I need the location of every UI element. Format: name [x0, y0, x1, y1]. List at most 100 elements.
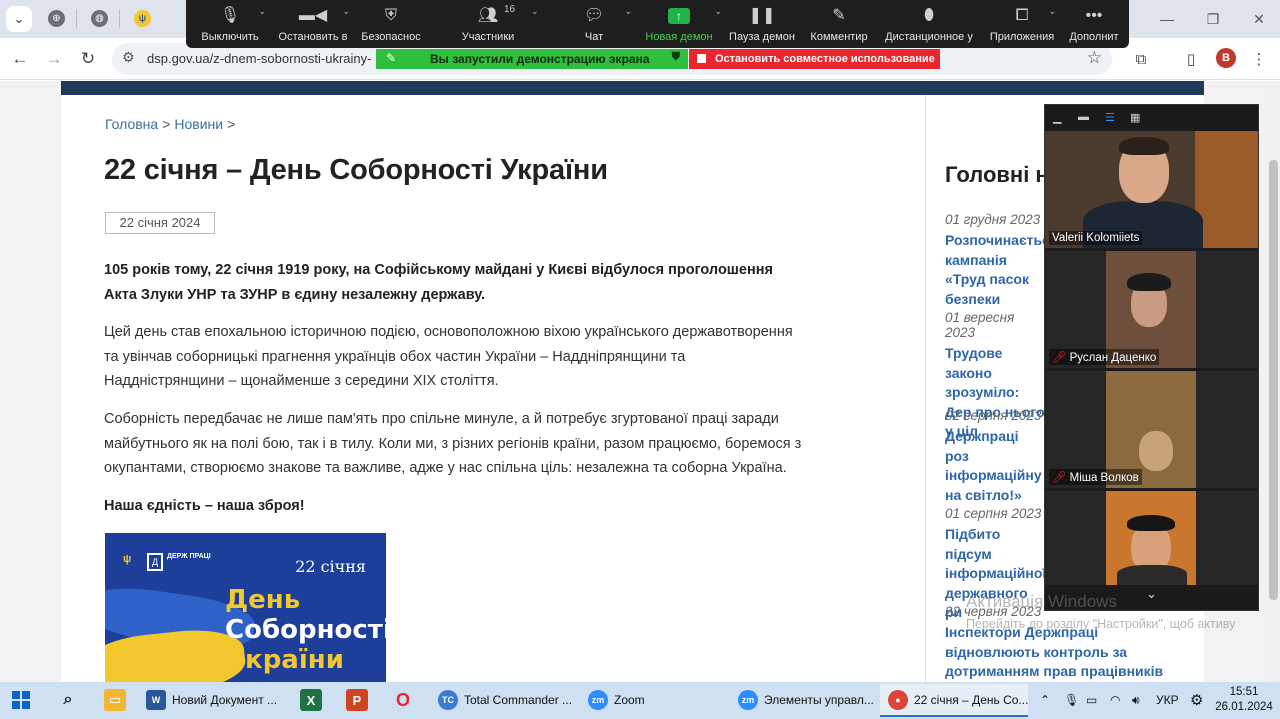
taskbar-app-zoom-controls[interactable]: zm Элементы управл...	[730, 684, 876, 717]
close-icon[interactable]: ✕	[1236, 6, 1280, 32]
taskbar-app-word[interactable]: W Новий Документ ...	[138, 684, 284, 717]
system-clock[interactable]: 15:51 26.01.2024	[1214, 685, 1274, 715]
chevron-down-icon[interactable]: ⌄	[342, 6, 350, 17]
sidebar-news-item[interactable]: 01 грудня 2023 Розпочинаєтьс кампанія «Т…	[945, 212, 1045, 309]
tab-favicon-icon[interactable]: ⊕	[48, 10, 65, 27]
bookmark-star-icon[interactable]: ☆	[1087, 48, 1102, 68]
pause-share-button[interactable]: ❚❚ Пауза демон	[726, 0, 798, 48]
annotate-button[interactable]: ✎ Комментир	[804, 0, 874, 48]
tab-separator	[119, 10, 120, 28]
tray-overflow-icon[interactable]: ⌃	[1040, 682, 1050, 719]
url-text[interactable]: dsp.gov.ua/z-dnem-sobornosti-ukrainy-	[147, 51, 377, 66]
taskbar-app-label: 22 січня – День Со...	[914, 693, 1028, 707]
chevron-down-icon[interactable]: ⌄	[531, 6, 539, 17]
chevron-down-icon[interactable]: ⌄	[258, 6, 266, 17]
opera-icon[interactable]: O	[392, 689, 414, 711]
mute-button[interactable]: 🎙︎ ⌄ Выключить	[186, 0, 274, 48]
chevron-down-icon[interactable]: ⌄	[624, 6, 632, 17]
article-paragraph-2: Соборність передбачає не лише пам'ять пр…	[104, 411, 802, 476]
file-explorer-icon[interactable]: ▭	[104, 689, 126, 711]
back-icon[interactable]: ←	[8, 47, 32, 71]
news-date: 01 серпня 2023	[945, 506, 1042, 521]
security-label: Безопаснос	[361, 31, 421, 43]
participant-name: Руслан Даценко	[1069, 352, 1157, 364]
minimize-icon[interactable]: —	[1144, 6, 1190, 32]
article-paragraph-1: Цей день став епохальною історичною поді…	[104, 324, 793, 389]
banner-logo-text: ДЕРЖ ПРАЦІ	[167, 553, 211, 560]
tab-globe-icon[interactable]: ◍	[91, 10, 108, 27]
remote-control-button[interactable]: ⬮ Дистанционное у	[880, 0, 978, 48]
stop-share-button[interactable]: Остановить совместное использование	[689, 49, 940, 69]
scrollbar-thumb[interactable]	[1269, 160, 1278, 600]
activation-watermark-title: Активація Windows	[966, 592, 1117, 611]
pause-share-label: Пауза демон	[729, 31, 795, 43]
participant-name-row: 🎤︎ Руслан Даценко	[1049, 349, 1160, 365]
reload-icon[interactable]: ↻	[76, 47, 100, 71]
taskbar-app-zoom[interactable]: zm Zoom	[580, 684, 726, 717]
windows-start-icon[interactable]	[12, 691, 30, 709]
participant-cap	[1127, 273, 1171, 291]
profile-avatar[interactable]: B	[1216, 48, 1236, 68]
battery-icon[interactable]: ▭	[1086, 682, 1097, 719]
news-date: 01 грудня 2023	[945, 212, 1041, 227]
news-title-link[interactable]: Держпраці роз інформаційну на світло!»	[945, 427, 1045, 505]
participants-button[interactable]: 👥︎ 16 Участники	[446, 0, 530, 48]
breadcrumb-news-link[interactable]: Новини	[174, 116, 223, 132]
banner-line-2: Соборності	[225, 615, 386, 645]
excel-icon[interactable]: X	[300, 689, 322, 711]
powerpoint-icon[interactable]: P	[346, 689, 368, 711]
breadcrumb-home-link[interactable]: Головна	[105, 116, 158, 132]
taskbar-app-label: Элементы управл...	[764, 693, 874, 707]
participants-chevron[interactable]: ⌄	[531, 0, 545, 48]
microphone-icon[interactable]: 🎙︎	[1064, 682, 1079, 719]
search-icon[interactable]: ⌕	[57, 689, 79, 711]
video-tile[interactable]: 🎤︎ Міша Волков	[1045, 371, 1258, 488]
pencil-icon[interactable]: ✎	[386, 51, 396, 65]
chat-label: Чат	[584, 31, 604, 43]
taskbar-app-total-commander[interactable]: TC Total Commander ...	[430, 684, 572, 717]
extensions-icon[interactable]: ⧉	[1130, 48, 1152, 70]
more-button[interactable]: ••• Дополнит	[1064, 0, 1124, 48]
strip-view-icon[interactable]: ☰	[1105, 111, 1115, 124]
video-tile[interactable]	[1045, 491, 1258, 585]
tab-trident-icon[interactable]: ψ	[134, 10, 151, 27]
new-share-button[interactable]: ↑ ⌄ Новая демон	[642, 0, 722, 48]
share-banner-label: Вы запустили демонстрацию экрана	[430, 52, 650, 66]
site-info-icon[interactable]: ⚙	[122, 49, 135, 66]
article-lead: 105 років тому, 22 січня 1919 року, на С…	[104, 262, 773, 303]
remote-control-label: Дистанционное у	[885, 31, 973, 43]
news-title-link[interactable]: Розпочинаєтьс кампанія «Труд пасок безпе…	[945, 231, 1045, 309]
more-icon: •••	[1085, 7, 1103, 24]
taskbar-app-chrome[interactable]: ● 22 січня – День Со...	[880, 684, 1028, 717]
taskbar-app-label: Новий Документ ...	[172, 693, 278, 707]
zoom-icon: zm	[588, 690, 608, 710]
forward-icon[interactable]: →	[42, 47, 66, 71]
speaker-view-icon[interactable]: ▬	[1078, 111, 1089, 123]
participant-cap	[1127, 515, 1175, 531]
minimize-video-icon[interactable]: ▁	[1053, 111, 1061, 124]
side-panel-icon[interactable]: ▯	[1180, 48, 1202, 70]
wifi-icon[interactable]: ◠	[1110, 682, 1120, 719]
chevron-down-icon[interactable]: ⌄	[1048, 6, 1056, 17]
video-tile[interactable]: Valerii Kolomiiets	[1045, 131, 1258, 248]
restore-icon[interactable]: ❐	[1190, 6, 1236, 32]
menu-dots-icon[interactable]: ⋮	[1248, 48, 1270, 70]
stop-video-button[interactable]: ▬◀ ⌄ Остановить в	[274, 0, 352, 48]
video-tile[interactable]: 🎤︎ Руслан Даценко	[1045, 251, 1258, 368]
security-button[interactable]: ⛨ Безопаснос	[356, 0, 426, 48]
chevron-down-icon[interactable]: ⌄	[714, 6, 722, 17]
gallery-view-icon[interactable]: ▦	[1130, 111, 1140, 124]
settings-gear-icon[interactable]: ⚙	[1190, 682, 1203, 719]
sidebar-news-item[interactable]: 02 серпня 2023 Держпраці роз інформаційн…	[945, 408, 1045, 505]
chat-button[interactable]: 💬︎ ⌄ Чат	[566, 0, 632, 48]
apps-button[interactable]: ⧠ ⌄ Приложения	[986, 0, 1058, 48]
language-indicator[interactable]: УКР	[1156, 682, 1179, 719]
stop-video-label: Остановить в	[278, 31, 348, 43]
volume-icon[interactable]: 🔊︎	[1132, 682, 1140, 719]
participant-name: Valerii Kolomiiets	[1049, 231, 1143, 245]
banner-line-3: України	[225, 645, 344, 675]
shield-icon: ⛨	[384, 7, 397, 24]
apps-label: Приложения	[989, 31, 1055, 43]
news-date: 02 серпня 2023	[945, 408, 1042, 423]
tab-search-button[interactable]: ⌄	[6, 6, 32, 32]
